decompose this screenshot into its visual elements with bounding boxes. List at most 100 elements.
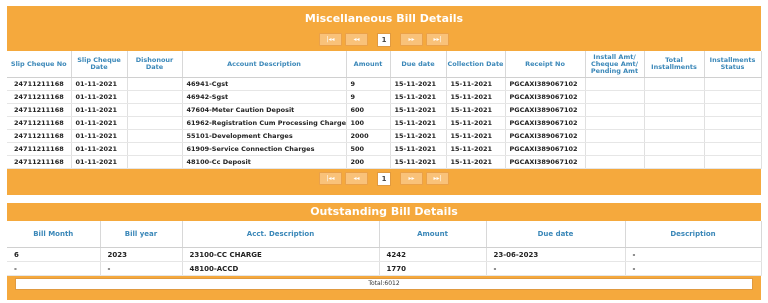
top-pager: |◂◂ ◂◂ 1 ▸▸ ▸▸|	[7, 31, 761, 48]
table-cell: PGCAXI389067102	[505, 77, 586, 91]
table-cell: 46942-Sgst	[182, 90, 347, 104]
table-cell	[704, 77, 762, 91]
table-cell: 15-11-2021	[390, 129, 447, 143]
col-due-date[interactable]: Due date	[390, 51, 447, 78]
table-cell	[704, 116, 762, 130]
table-row: 6 2023 23100-CC CHARGE 4242 23-06-2023-	[7, 247, 762, 262]
table-cell: PGCAXI389067102	[505, 129, 586, 143]
col-amount[interactable]: Amount	[346, 51, 391, 78]
table-cell: 24711211168	[7, 103, 72, 117]
table-cell: 2000	[346, 129, 391, 143]
table-cell	[127, 77, 183, 91]
table-cell: 61962-Registration Cum Processing Charge…	[182, 116, 347, 130]
misc-bill-title: Miscellaneous Bill Details	[304, 12, 464, 25]
outstanding-bill-title: Outstanding Bill Details	[310, 205, 458, 218]
table-cell: 01-11-2021	[71, 103, 128, 117]
table-cell	[127, 90, 183, 104]
next-page-button[interactable]: ▸▸	[400, 172, 423, 185]
table-cell: 01-11-2021	[71, 129, 128, 143]
table-cell	[644, 142, 705, 156]
table-cell	[704, 142, 762, 156]
outstanding-header-row: Bill Month Bill year Acct. Description A…	[7, 221, 762, 248]
col-due-date[interactable]: Due date	[486, 221, 626, 248]
table-cell: 15-11-2021	[390, 77, 447, 91]
prev-page-button[interactable]: ◂◂	[345, 172, 368, 185]
table-cell: 9	[346, 77, 391, 91]
col-amount[interactable]: Amount	[379, 221, 487, 248]
table-cell: 01-11-2021	[71, 77, 128, 91]
table-cell	[644, 77, 705, 91]
table-row: 24711211168 01-11-2021 61962-Registration …	[7, 116, 762, 130]
col-dishonour-date[interactable]: Dishonour Date	[127, 51, 183, 78]
table-cell: 24711211168	[7, 155, 72, 169]
col-collection-date[interactable]: Collection Date	[446, 51, 506, 78]
table-cell: 15-11-2021	[446, 90, 506, 104]
table-cell: 24711211168	[7, 129, 72, 143]
table-cell: PGCAXI389067102	[505, 155, 586, 169]
total-amount: Total:6012	[15, 278, 753, 290]
col-slip-cheque-no[interactable]: Slip Cheque No	[7, 51, 72, 78]
table-cell	[585, 90, 645, 104]
col-account-description[interactable]: Account Description	[182, 51, 347, 78]
table-cell	[127, 103, 183, 117]
col-description[interactable]: Description	[625, 221, 762, 248]
col-bill-month[interactable]: Bill Month	[7, 221, 101, 248]
col-receipt-no[interactable]: Receipt No	[505, 51, 586, 78]
first-page-button[interactable]: |◂◂	[319, 172, 342, 185]
table-cell	[644, 129, 705, 143]
col-slip-cheque-date[interactable]: Slip Cheque Date	[71, 51, 128, 78]
page-number[interactable]: 1	[377, 32, 391, 47]
table-cell: 1770	[379, 261, 487, 276]
table-cell: PGCAXI389067102	[505, 90, 586, 104]
table-cell: 6	[7, 247, 101, 262]
table-cell: -	[486, 261, 626, 276]
table-cell: 15-11-2021	[446, 129, 506, 143]
table-cell: 15-11-2021	[390, 90, 447, 104]
table-row: 24711211168 01-11-2021 48100-Cc Deposit 200…	[7, 155, 762, 169]
table-cell: 23100-CC CHARGE	[182, 247, 380, 262]
table-cell: 15-11-2021	[390, 103, 447, 117]
table-cell	[127, 116, 183, 130]
col-total-installments[interactable]: Total Installments	[644, 51, 705, 78]
prev-page-button[interactable]: ◂◂	[345, 33, 368, 46]
col-installments-status[interactable]: Installments Status	[704, 51, 762, 78]
table-cell	[644, 116, 705, 130]
table-cell	[585, 129, 645, 143]
table-cell: 01-11-2021	[71, 90, 128, 104]
table-row: 24711211168 01-11-2021 47604-Meter Caution…	[7, 103, 762, 117]
table-cell: -	[100, 261, 183, 276]
table-cell: 9	[346, 90, 391, 104]
table-cell: PGCAXI389067102	[505, 142, 586, 156]
table-cell: 48100-Cc Deposit	[182, 155, 347, 169]
outstanding-bill-table: Bill Month Bill year Acct. Description A…	[7, 221, 762, 276]
table-cell: 24711211168	[7, 90, 72, 104]
table-cell: 600	[346, 103, 391, 117]
table-cell: -	[7, 261, 101, 276]
table-cell	[585, 142, 645, 156]
misc-bill-panel: Miscellaneous Bill Details |◂◂ ◂◂ 1 ▸▸ ▸…	[7, 6, 762, 195]
table-cell: 15-11-2021	[390, 155, 447, 169]
table-cell	[127, 142, 183, 156]
table-cell: 4242	[379, 247, 487, 262]
table-row: 24711211168 01-11-2021 55101-Development C…	[7, 129, 762, 143]
table-row: 24711211168 01-11-2021 46941-Cgst 9 15-11-20…	[7, 77, 762, 91]
col-bill-year[interactable]: Bill year	[100, 221, 183, 248]
page-number[interactable]: 1	[377, 171, 391, 186]
first-page-button[interactable]: |◂◂	[319, 33, 342, 46]
table-cell: 01-11-2021	[71, 155, 128, 169]
next-page-button[interactable]: ▸▸	[400, 33, 423, 46]
table-cell: PGCAXI389067102	[505, 103, 586, 117]
col-acct-description[interactable]: Acct. Description	[182, 221, 380, 248]
last-page-button[interactable]: ▸▸|	[426, 172, 449, 185]
table-cell: 61909-Service Connection Charges	[182, 142, 347, 156]
last-page-button[interactable]: ▸▸|	[426, 33, 449, 46]
col-install-amt[interactable]: Install Amt/ Cheque Amt/ Pending Amt	[585, 51, 645, 78]
table-cell: 55101-Development Charges	[182, 129, 347, 143]
table-cell: 500	[346, 142, 391, 156]
misc-header-row: Slip Cheque No Slip Cheque Date Dishonou…	[7, 51, 762, 78]
table-cell: -	[625, 247, 762, 262]
table-cell: 46941-Cgst	[182, 77, 347, 91]
table-row: - -48100-ACCD 1770- -	[7, 261, 762, 276]
table-cell: 48100-ACCD	[182, 261, 380, 276]
table-cell: 2023	[100, 247, 183, 262]
